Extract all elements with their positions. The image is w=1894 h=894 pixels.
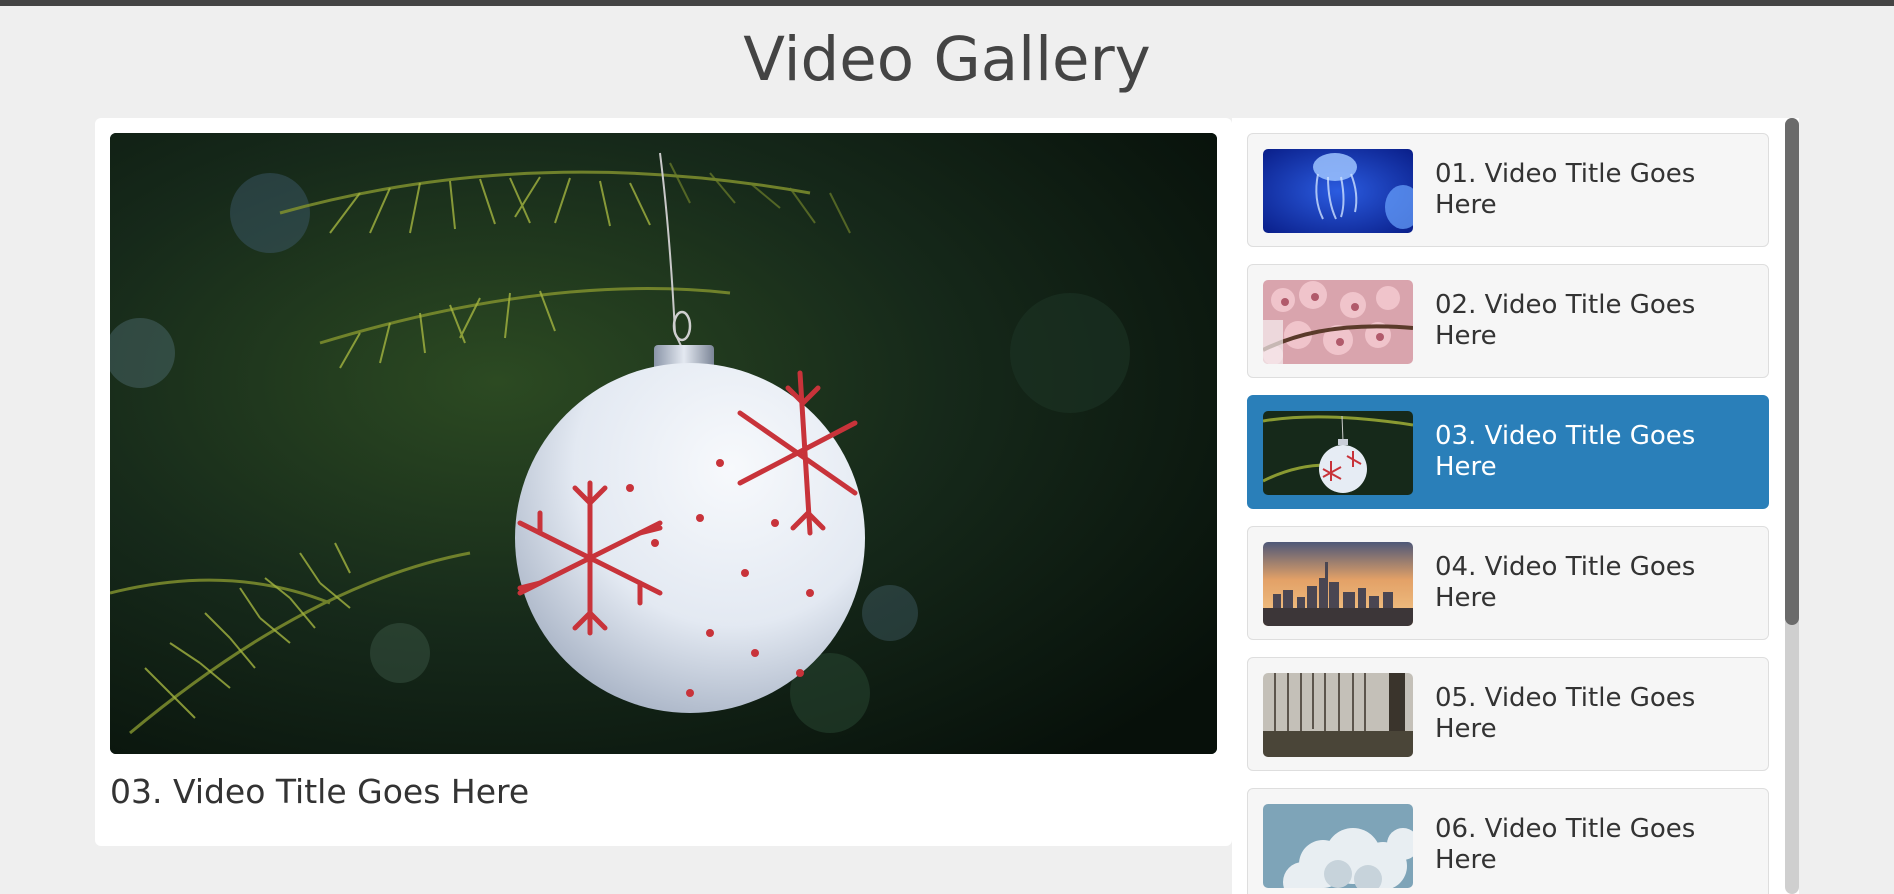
thumbnail-clouds: [1263, 804, 1413, 888]
playlist-item-label: 05. Video Title Goes Here: [1435, 683, 1696, 744]
playlist-item-4[interactable]: 04. Video Title Goes Here: [1247, 526, 1769, 640]
playlist-item-2[interactable]: 02. Video Title Goes Here: [1247, 264, 1769, 378]
playlist-item-5[interactable]: 05. Video Title Goes Here: [1247, 657, 1769, 771]
playlist-item-label: 06. Video Title Goes Here: [1435, 814, 1696, 875]
playlist-item-label: 03. Video Title Goes Here: [1435, 421, 1696, 482]
thumbnail-misty-forest: [1263, 673, 1413, 757]
playlist-item-label: 02. Video Title Goes Here: [1435, 290, 1696, 351]
playlist-item-3[interactable]: 03. Video Title Goes Here: [1247, 395, 1769, 509]
thumbnail-christmas-ornament: [1263, 411, 1413, 495]
playlist-item-6[interactable]: 06. Video Title Goes Here: [1247, 788, 1769, 894]
video-frame-image: [110, 133, 1217, 754]
playlist-scrollbar-thumb[interactable]: [1785, 118, 1799, 625]
thumbnail-jellyfish: [1263, 149, 1413, 233]
top-bar: [0, 0, 1894, 6]
video-player[interactable]: [110, 133, 1217, 754]
thumbnail-cherry-blossoms: [1263, 280, 1413, 364]
playlist-item-label: 01. Video Title Goes Here: [1435, 159, 1696, 220]
playlist-item-label: 04. Video Title Goes Here: [1435, 552, 1696, 613]
current-video-title: 03. Video Title Goes Here: [110, 772, 530, 811]
video-player-card: 03. Video Title Goes Here: [95, 118, 1232, 846]
playlist[interactable]: 01. Video Title Goes Here 02. Video Titl…: [1232, 118, 1799, 894]
page-title: Video Gallery: [743, 24, 1151, 95]
thumbnail-city-sunset: [1263, 542, 1413, 626]
playlist-item-1[interactable]: 01. Video Title Goes Here: [1247, 133, 1769, 247]
